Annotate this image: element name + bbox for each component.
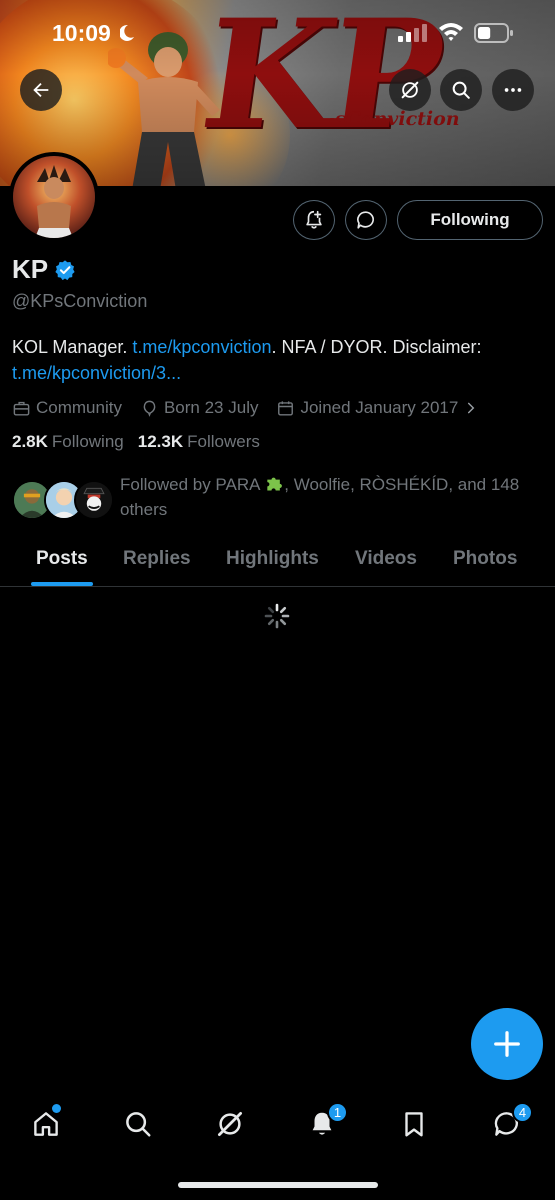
tab-posts[interactable]: Posts: [36, 548, 88, 570]
more-button[interactable]: [492, 69, 534, 111]
tab-videos[interactable]: Videos: [355, 548, 417, 570]
moon-icon: [120, 24, 134, 41]
profile-category: Community: [12, 398, 122, 418]
calendar-icon: [278, 400, 294, 416]
briefcase-icon: [13, 401, 30, 416]
tab-replies[interactable]: Replies: [123, 548, 191, 570]
following-count-link[interactable]: 2.8K Following: [12, 432, 124, 452]
profile-name-row: KP: [12, 254, 76, 285]
wifi-icon: [439, 23, 463, 41]
grok-button[interactable]: [389, 69, 431, 111]
grok-icon: [218, 1112, 242, 1136]
battery-icon: [474, 23, 513, 43]
active-tab-indicator: [31, 582, 93, 586]
message-button[interactable]: [345, 200, 387, 240]
bio-link-disclaimer[interactable]: t.me/kpconviction/3...: [12, 363, 181, 383]
home-new-indicator: [52, 1104, 61, 1113]
follower-avatar-3: [74, 480, 114, 520]
profile-counts: 2.8K Following 12.3K Followers: [12, 432, 274, 452]
notifications-badge: 1: [327, 1102, 348, 1123]
loading-spinner-icon: [264, 603, 290, 629]
signal-icon: [398, 24, 427, 42]
status-bar: 10:09: [0, 14, 555, 54]
nav-grok[interactable]: [212, 1106, 248, 1142]
profile-handle: @KPsConviction: [12, 291, 148, 311]
avatar-image: [13, 156, 95, 238]
compose-post-button[interactable]: [471, 1008, 543, 1080]
profile-avatar[interactable]: [9, 152, 99, 242]
plus-icon: [494, 1031, 520, 1057]
tab-photos[interactable]: Photos: [453, 548, 517, 570]
profile-name: KP: [12, 254, 49, 284]
home-indicator[interactable]: [178, 1182, 378, 1188]
status-time: 10:09: [52, 20, 111, 46]
profile-meta: Community Born 23 July Joined January 20…: [12, 396, 496, 420]
grok-icon: [401, 81, 419, 99]
verified-badge-icon[interactable]: [54, 259, 76, 281]
search-icon: [126, 1112, 151, 1137]
profile-tabs: Posts Replies Highlights Videos Photos: [0, 536, 555, 587]
chat-bubble-icon: [357, 211, 374, 229]
puzzle-piece-icon: [267, 477, 283, 491]
followed-by[interactable]: Followed by PARA , Woolfie, RÒSHÉKÍD, an…: [12, 472, 543, 524]
bookmark-icon: [405, 1112, 423, 1137]
profile-birthday: Born 23 July: [140, 398, 258, 418]
nav-bookmarks[interactable]: [396, 1106, 432, 1142]
bio-link-telegram[interactable]: t.me/kpconviction: [132, 337, 271, 357]
search-icon: [452, 81, 470, 99]
followers-count-link[interactable]: 12.3K Followers: [138, 432, 260, 452]
tab-highlights[interactable]: Highlights: [226, 548, 319, 570]
profile-joined[interactable]: Joined January 2017: [276, 398, 478, 418]
followed-by-avatars: [12, 480, 114, 522]
messages-badge: 4: [512, 1102, 533, 1123]
following-button[interactable]: Following: [397, 200, 543, 240]
arrow-left-icon: [33, 82, 49, 98]
bottom-nav: 1 4: [0, 1090, 555, 1160]
balloon-icon: [143, 400, 156, 417]
more-icon: [504, 88, 522, 92]
bell-plus-icon: [306, 210, 322, 229]
nav-search[interactable]: [120, 1106, 156, 1142]
followed-by-text: Followed by PARA , Woolfie, RÒSHÉKÍD, an…: [120, 475, 520, 519]
search-button[interactable]: [440, 69, 482, 111]
notification-subscribe-button[interactable]: [293, 200, 335, 240]
chevron-right-icon: [468, 402, 475, 414]
profile-bio: KOL Manager. t.me/kpconviction. NFA / DY…: [12, 337, 482, 383]
home-icon: [34, 1112, 58, 1136]
back-button[interactable]: [20, 69, 62, 111]
